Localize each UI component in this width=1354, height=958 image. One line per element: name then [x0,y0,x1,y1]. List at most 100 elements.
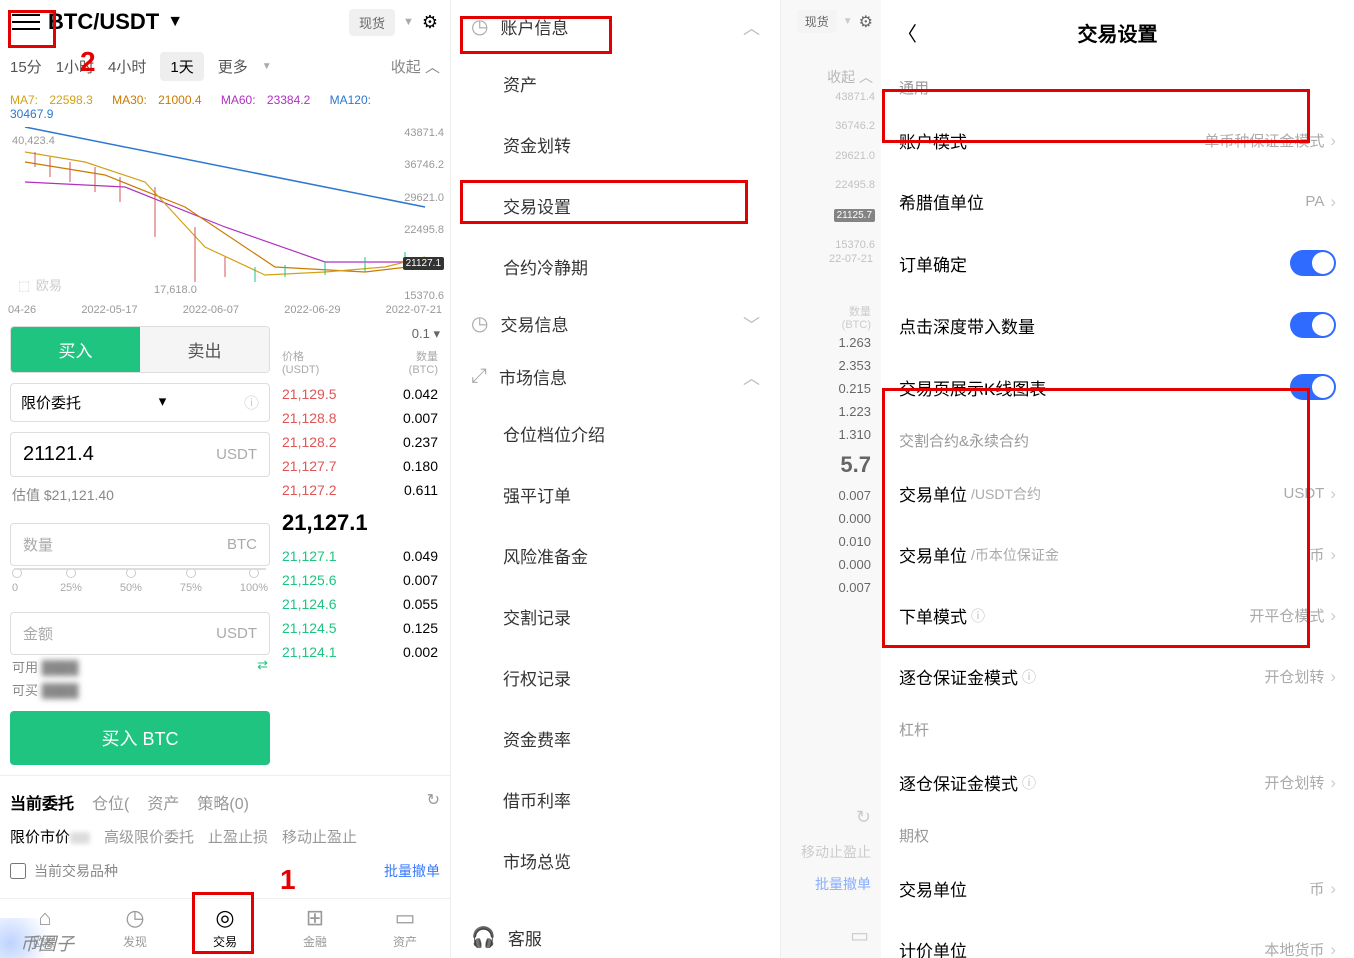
tf-4h[interactable]: 4小时 [108,56,146,77]
tab-current-orders[interactable]: 当前委托 [10,790,74,814]
tf-15m[interactable]: 15分 [10,56,42,77]
spot-badge[interactable]: 现货 [349,9,395,36]
swap-icon[interactable]: ⇄ [257,657,268,676]
order-type-select[interactable]: 限价委托▾ ⓘ [10,383,270,422]
tab-assets[interactable]: 资产 [147,790,179,814]
menu-risk-reserve[interactable]: 风险准备金 [465,525,766,586]
row-option-unit[interactable]: 交易单位 币› [881,858,1354,919]
chevron-up-icon: ︿ [425,59,440,76]
menu-assets[interactable]: 资产 [465,53,766,114]
row-lever-margin[interactable]: 逐仓保证金模式ⓘ 开仓划转› [881,752,1354,813]
menu-liquidation[interactable]: 强平订单 [465,464,766,525]
ask-row[interactable]: 21,128.80.007 [280,406,440,430]
bid-row[interactable]: 21,127.10.049 [280,544,440,568]
bid-row[interactable]: 21,125.60.007 [280,568,440,592]
x-tick: 04-26 [8,304,36,316]
price-chart[interactable]: 43871.4 36746.2 29621.0 22495.8 21127.1 … [4,127,446,302]
orderbook-scale[interactable]: 0.1 ▾ [280,326,440,348]
row-isolated-margin[interactable]: 逐仓保证金模式ⓘ 开仓划转› [881,646,1354,707]
amount-input[interactable]: 金额USDT [10,612,270,655]
row-depth-qty: 点击深度带入数量 [881,294,1354,356]
toggle-depth-qty[interactable] [1290,312,1336,338]
chevron-right-icon: › [1330,667,1336,687]
row-quote-unit[interactable]: 计价单位 本地货币› [881,919,1354,958]
faded-background: 现货 ▼ ⚙ 收起 ︿ 43871.436746.229621.022495.8… [781,0,881,958]
quantity-input[interactable]: 数量BTC [10,523,270,566]
mid-price: 21,127.1 [280,502,440,544]
menu-exercise[interactable]: 行权记录 [465,647,766,708]
bid-row[interactable]: 21,124.10.002 [280,640,440,664]
sell-tab[interactable]: 卖出 [140,327,269,372]
bid-row[interactable]: 21,124.60.055 [280,592,440,616]
info-icon[interactable]: ⓘ [244,392,259,413]
section-general: 通用 [881,65,1354,110]
buy-button[interactable]: 买入 BTC [10,711,270,765]
subtab-stop[interactable]: 止盈止损 [208,826,268,847]
section-trade-info[interactable]: ◷ 交易信息 ﹀ [465,297,766,350]
chart-low: 17,618.0 [154,284,197,296]
chevron-up-icon: ︿ [743,14,760,39]
subtab-advanced[interactable]: 高级限价委托 [104,826,194,847]
dropdown-icon: ▼ [403,16,414,28]
chart-high: 40,423.4 [12,135,55,147]
info-icon[interactable]: ⓘ [971,606,985,626]
tab-strategy[interactable]: 策略(0) [197,790,249,814]
section-market-info[interactable]: ⤢ 市场信息 ︿ [465,350,766,403]
filter-checkbox[interactable] [10,863,26,879]
toggle-order-confirm[interactable] [1290,250,1336,276]
ask-row[interactable]: 21,127.20.611 [280,478,440,502]
info-icon[interactable]: ⓘ [1022,667,1036,687]
section-options: 期权 [881,813,1354,858]
collapse-button[interactable]: 收起 ︿ [391,56,440,77]
batch-cancel-link[interactable]: 批量撤单 [384,861,440,881]
percent-slider[interactable]: 025%50%75%100% [10,566,270,602]
menu-transfer[interactable]: 资金划转 [465,114,766,175]
menu-position-tier[interactable]: 仓位档位介绍 [465,403,766,464]
trading-pair[interactable]: BTC/USDT [48,9,159,35]
tf-1d[interactable]: 1天 [160,52,203,81]
wallet-icon: ▭ [360,905,450,931]
customer-service[interactable]: 🎧 客服 [465,911,766,958]
ask-row[interactable]: 21,129.50.042 [280,382,440,406]
section-leverage: 杠杆 [881,707,1354,752]
subtab-trailing[interactable]: 移动止盈止 [282,826,357,847]
ask-row[interactable]: 21,127.70.180 [280,454,440,478]
history-icon[interactable]: ↻ [427,790,440,814]
nav-assets[interactable]: ▭资产 [360,899,450,958]
menu-cooldown[interactable]: 合约冷静期 [465,236,766,297]
nav-trade[interactable]: ◎交易 [180,899,270,958]
row-greek-unit[interactable]: 希腊值单位 PA› [881,171,1354,232]
y-tick: 36746.2 [403,159,444,171]
subtab-limit[interactable]: 限价市价 [10,826,90,847]
toggle-kline[interactable] [1290,374,1336,400]
nav-finance[interactable]: ⊞金融 [270,899,360,958]
menu-funding-rate[interactable]: 资金费率 [465,708,766,769]
row-trade-unit-coin[interactable]: 交易单位/币本位保证金 币› [881,524,1354,585]
bid-row[interactable]: 21,124.50.125 [280,616,440,640]
price-input[interactable]: 21121.4USDT [10,432,270,477]
menu-icon[interactable] [12,8,40,36]
side-menu: ◷ 账户信息 ︿ 资产 资金划转 交易设置 合约冷静期 ◷ 交易信息 ﹀ ⤢ 市… [451,0,781,958]
chevron-right-icon: › [1330,131,1336,151]
section-account-info[interactable]: ◷ 账户信息 ︿ [465,0,766,53]
info-icon[interactable]: ⓘ [1022,773,1036,793]
chevron-down-icon: ▾ [159,392,167,413]
menu-delivery[interactable]: 交割记录 [465,586,766,647]
menu-borrow-rate[interactable]: 借币利率 [465,769,766,830]
tab-positions[interactable]: 仓位( [92,790,129,814]
row-account-mode[interactable]: 账户模式 单币种保证金模式› [881,110,1354,171]
row-trade-unit-usdt[interactable]: 交易单位/USDT合约 USDT› [881,463,1354,524]
menu-trade-settings[interactable]: 交易设置 [465,175,766,236]
ask-row[interactable]: 21,128.20.237 [280,430,440,454]
dropdown-icon[interactable]: ▼ [167,13,183,31]
back-button[interactable]: 〈 [897,18,917,47]
menu-market-overview[interactable]: 市场总览 [465,830,766,891]
y-tick: 15370.6 [403,290,444,302]
candle-settings-icon[interactable]: ⚙ [422,12,438,33]
buy-tab[interactable]: 买入 [11,327,140,372]
tf-more[interactable]: 更多 [218,56,248,77]
x-tick: 2022-06-29 [284,304,340,316]
chevron-up-icon: ︿ [743,364,760,389]
row-order-mode[interactable]: 下单模式ⓘ 开平仓模式› [881,585,1354,646]
chevron-down-icon: ﹀ [743,311,760,336]
